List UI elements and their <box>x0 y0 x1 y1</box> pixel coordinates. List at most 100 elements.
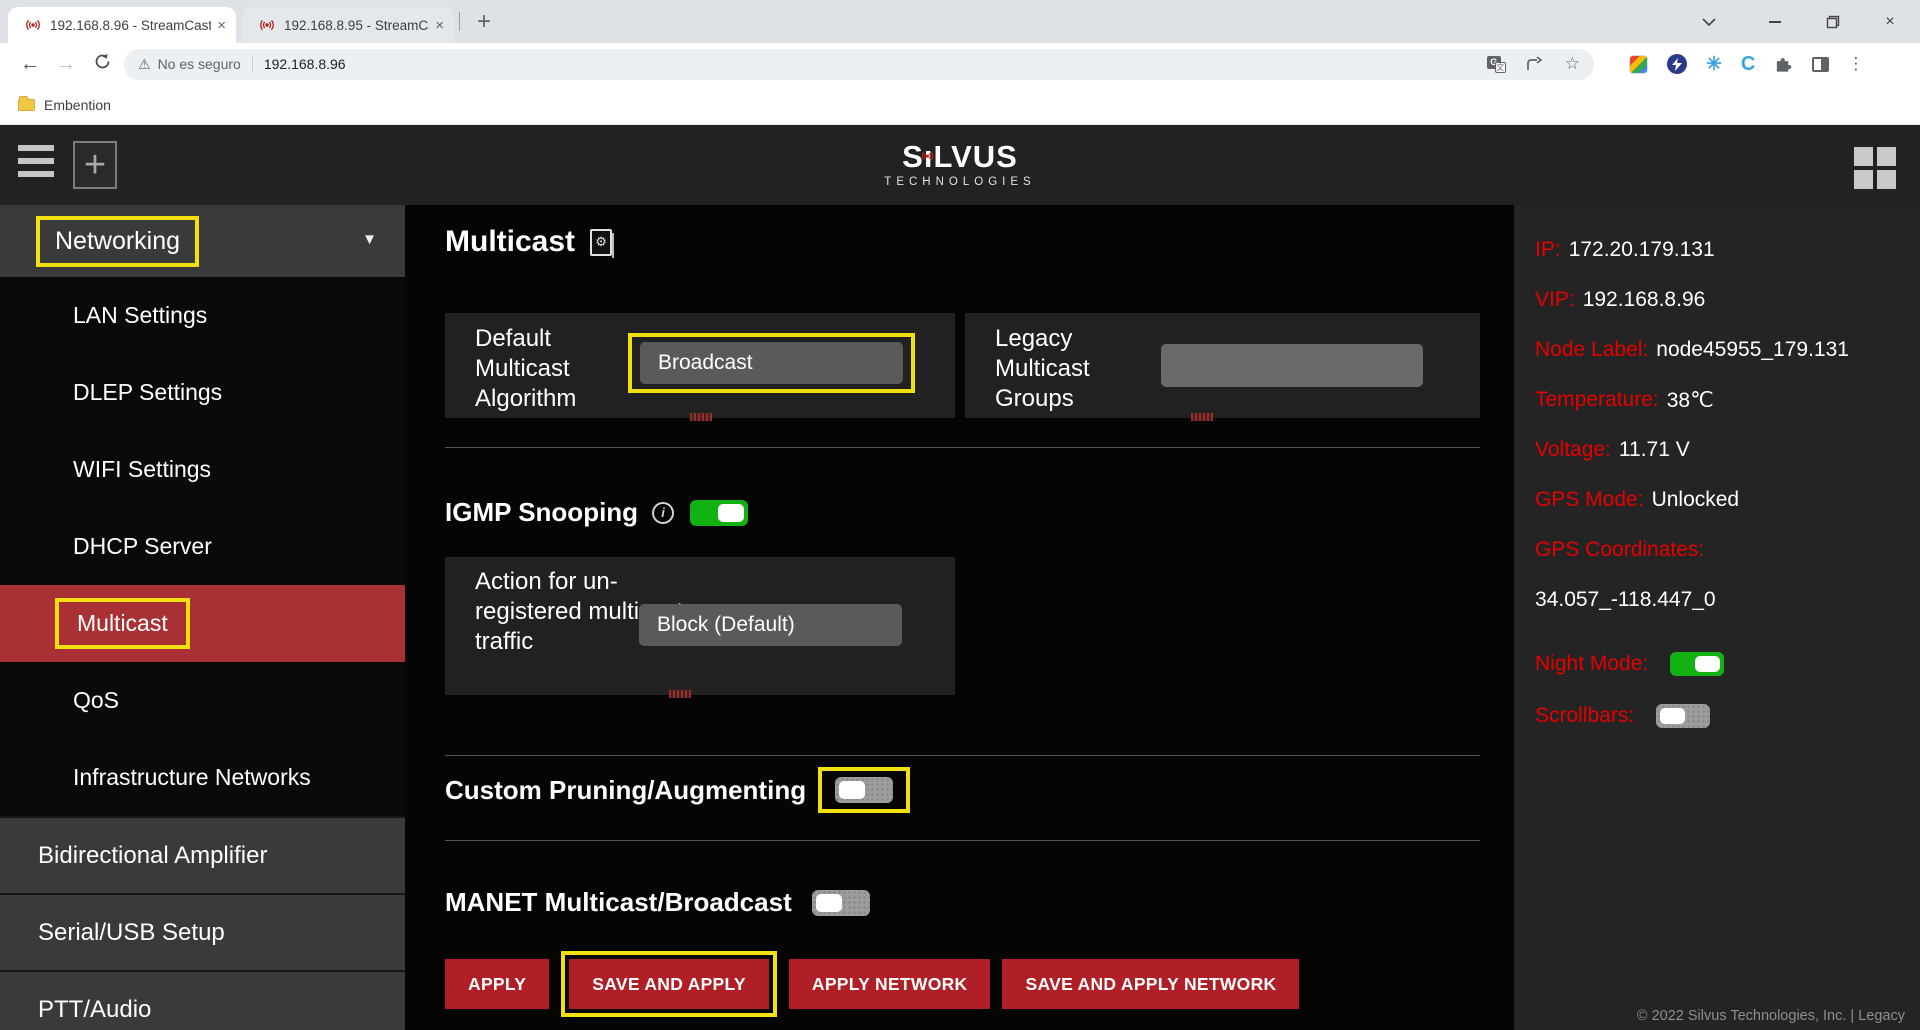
night-mode-row: Night Mode: <box>1535 638 1920 690</box>
status-panel: IP:172.20.179.131 VIP:192.168.8.96 Node … <box>1514 205 1920 1030</box>
legacy-multicast-groups-panel: Legacy Multicast Groups <box>965 313 1480 418</box>
colorzilla-extension-icon[interactable]: C <box>1741 53 1755 76</box>
reload-icon[interactable] <box>84 53 120 76</box>
sidebar-item-serial-usb-setup[interactable]: Serial/USB Setup <box>0 893 405 970</box>
app-header: + SıLVUS TECHNOLOGIES <box>0 125 1920 205</box>
asterisk-extension-icon[interactable]: ✳ <box>1706 53 1722 76</box>
legacy-multicast-groups-input[interactable] <box>1161 344 1423 387</box>
legacy-multicast-groups-label: Legacy Multicast Groups <box>995 324 1170 414</box>
status-gps-mode: GPS Mode:Unlocked <box>1535 488 1920 538</box>
manet-multicast-label: MANET Multicast/Broadcast <box>445 887 792 918</box>
restore-button[interactable] <box>1810 0 1856 43</box>
status-vip: VIP:192.168.8.96 <box>1535 288 1920 338</box>
bookmark-embention[interactable]: Embention <box>44 97 111 113</box>
bookmark-folder-icon <box>18 99 35 111</box>
default-multicast-algorithm-label: Default Multicast Algorithm <box>475 324 645 414</box>
browser-toolbar: ← → ⚠ No es seguro 192.168.8.96 G文 ☆ ✳ C… <box>0 43 1920 85</box>
page-title: Multicast <box>445 225 575 259</box>
tab-separator <box>459 12 460 31</box>
omnibox-separator <box>252 56 253 72</box>
bookmark-star-icon[interactable]: ☆ <box>1565 54 1580 74</box>
security-label: No es seguro <box>158 56 241 72</box>
status-gps-coordinates-label: GPS Coordinates: <box>1535 538 1920 588</box>
status-ip: IP:172.20.179.131 <box>1535 238 1920 288</box>
scrollbars-row: Scrollbars: <box>1535 690 1920 742</box>
status-temperature: Temperature:38℃ <box>1535 388 1920 438</box>
section-divider <box>445 447 1480 448</box>
sidebar-item-bidirectional-amplifier[interactable]: Bidirectional Amplifier <box>0 816 405 893</box>
multicast-page: Multicast ⚙ Default Multicast Algorithm … <box>405 205 1514 1030</box>
unregistered-multicast-panel: Action for un-registered multicast traff… <box>445 557 955 695</box>
sidebar-item-lan-settings[interactable]: LAN Settings <box>0 277 405 354</box>
copyright-footer: © 2022 Silvus Technologies, Inc. | Legac… <box>1637 1008 1905 1024</box>
caret-down-icon: ▼ <box>362 231 377 248</box>
tab-search-chevron-icon[interactable] <box>1686 0 1732 43</box>
share-icon[interactable] <box>1526 56 1545 72</box>
lightning-extension-icon[interactable] <box>1667 54 1687 74</box>
manual-book-icon[interactable]: ⚙ <box>590 229 612 256</box>
sidebar-item-infrastructure-networks[interactable]: Infrastructure Networks <box>0 739 405 816</box>
resize-grip[interactable] <box>1191 413 1213 421</box>
tab-streamcaster-95[interactable]: 192.168.8.95 - StreamCaster MIM × <box>242 7 454 43</box>
action-buttons-row: APPLY SAVE AND APPLY APPLY NETWORK SAVE … <box>445 951 1311 1017</box>
manet-multicast-toggle[interactable] <box>812 890 870 916</box>
save-and-apply-network-button[interactable]: SAVE AND APPLY NETWORK <box>1002 959 1299 1009</box>
custom-pruning-toggle[interactable] <box>835 777 893 803</box>
new-tab-button[interactable]: + <box>468 0 500 43</box>
logo-antenna-icon <box>920 132 935 168</box>
section-divider <box>445 840 1480 841</box>
browser-menu-kebab-icon[interactable]: ⋮ <box>1847 54 1864 74</box>
tab-strip: 192.168.8.96 - StreamCaster MIM × 192.16… <box>0 0 1920 43</box>
sidebar-group-networking[interactable]: Networking ▼ <box>0 205 405 277</box>
sidebar-item-wifi-settings[interactable]: WIFI Settings <box>0 431 405 508</box>
radio-waves-icon <box>258 18 276 32</box>
custom-pruning-label: Custom Pruning/Augmenting <box>445 775 806 806</box>
save-and-apply-button[interactable]: SAVE AND APPLY <box>569 959 769 1009</box>
section-divider <box>445 755 1480 756</box>
sidebar-nav: Networking ▼ LAN Settings DLEP Settings … <box>0 205 405 1030</box>
highlight-box: Broadcast <box>628 333 915 393</box>
minimize-button[interactable] <box>1752 0 1798 43</box>
tab-close-icon[interactable]: × <box>217 18 226 33</box>
default-multicast-algorithm-select[interactable]: Broadcast <box>640 342 903 384</box>
igmp-snooping-toggle[interactable] <box>690 500 748 526</box>
grid-layout-icon[interactable] <box>1854 147 1896 189</box>
tab-title: 192.168.8.96 - StreamCaster MIM <box>50 18 211 33</box>
close-window-button[interactable]: × <box>1867 0 1913 43</box>
radio-waves-icon <box>24 18 42 32</box>
tab-streamcaster-96[interactable]: 192.168.8.96 - StreamCaster MIM × <box>8 7 236 43</box>
apply-network-button[interactable]: APPLY NETWORK <box>789 959 991 1009</box>
tab-close-icon[interactable]: × <box>435 18 444 33</box>
extensions-row: ✳ C <box>1610 53 1829 76</box>
wallpaper-extension-icon[interactable] <box>1629 55 1648 74</box>
sidebar-item-multicast-selected[interactable]: Multicast <box>0 585 405 662</box>
bookmarks-bar: Embention <box>0 85 1920 125</box>
highlight-box <box>818 767 910 813</box>
sidebar-item-dhcp-server[interactable]: DHCP Server <box>0 508 405 585</box>
address-bar[interactable]: ⚠ No es seguro 192.168.8.96 G文 ☆ <box>124 49 1594 80</box>
sidebar-item-qos[interactable]: QoS <box>0 662 405 739</box>
apply-button[interactable]: APPLY <box>445 959 549 1009</box>
extensions-puzzle-icon[interactable] <box>1774 55 1793 74</box>
status-node-label: Node Label:node45955_179.131 <box>1535 338 1920 388</box>
night-mode-toggle[interactable] <box>1670 652 1724 676</box>
back-icon[interactable]: ← <box>12 53 48 76</box>
tab-title: 192.168.8.95 - StreamCaster MIM <box>284 18 429 33</box>
url-text[interactable]: 192.168.8.96 <box>264 56 346 72</box>
info-icon[interactable]: i <box>652 502 674 524</box>
unregistered-multicast-select[interactable]: Block (Default) <box>639 604 902 646</box>
not-secure-warning-icon[interactable]: ⚠ <box>138 56 151 73</box>
side-panel-icon[interactable] <box>1812 57 1829 72</box>
status-voltage: Voltage:11.71 V <box>1535 438 1920 488</box>
sidebar-item-dlep-settings[interactable]: DLEP Settings <box>0 354 405 431</box>
scrollbars-toggle[interactable] <box>1656 704 1710 728</box>
resize-grip[interactable] <box>690 413 712 421</box>
translate-icon[interactable]: G文 <box>1487 56 1506 73</box>
sidebar-item-ptt-audio[interactable]: PTT/Audio <box>0 970 405 1030</box>
highlight-box: SAVE AND APPLY <box>561 951 777 1017</box>
forward-icon[interactable]: → <box>48 53 84 76</box>
default-multicast-algorithm-panel: Default Multicast Algorithm Broadcast <box>445 313 955 418</box>
igmp-snooping-label: IGMP Snooping <box>445 497 638 528</box>
resize-grip[interactable] <box>669 690 691 698</box>
silvus-logo: SıLVUS TECHNOLOGIES <box>0 139 1920 188</box>
